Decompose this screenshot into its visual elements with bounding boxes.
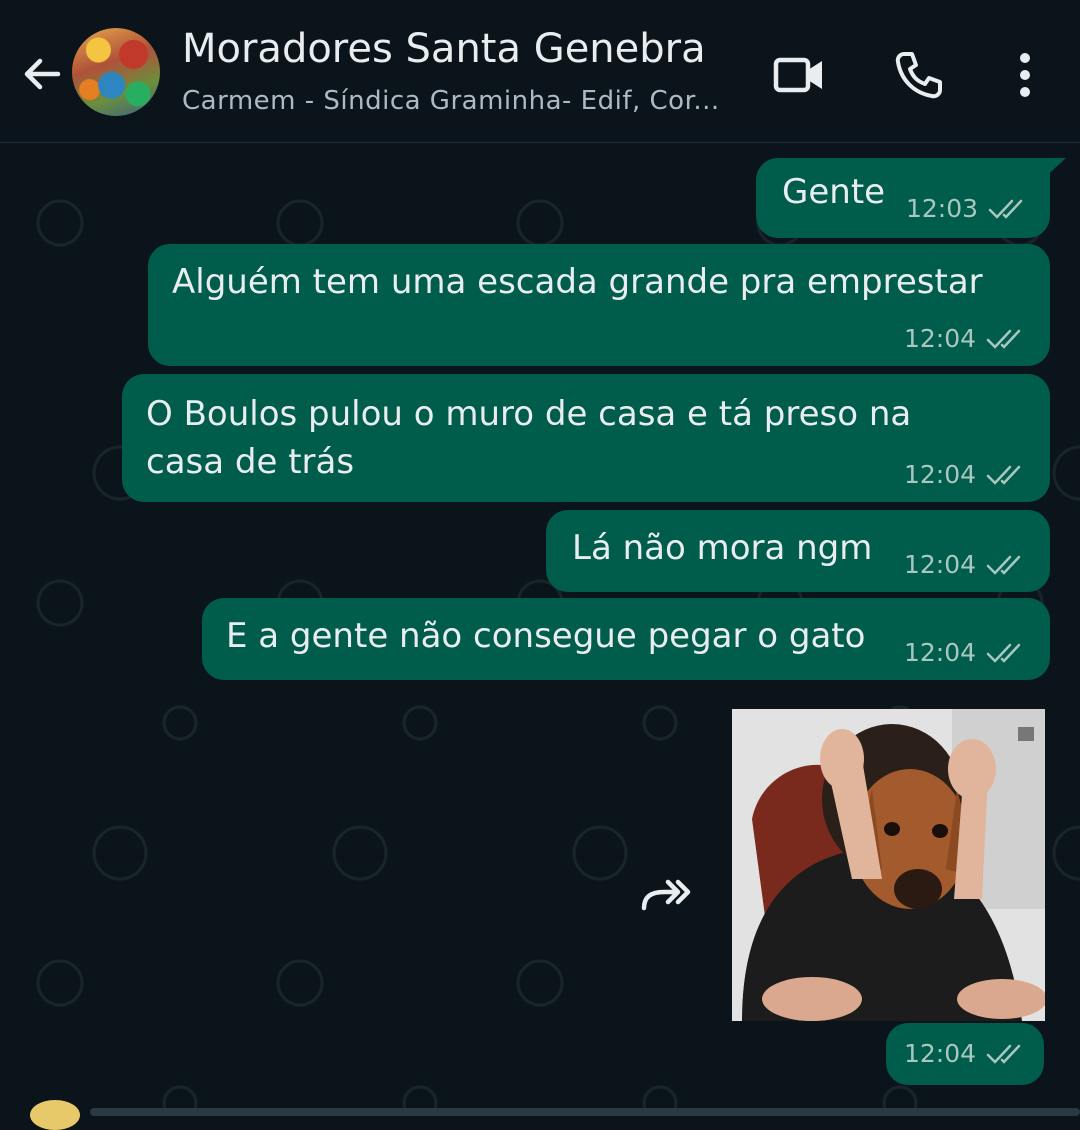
chat-subtitle[interactable]: Carmem - Síndica Graminha- Edif, Cor... bbox=[182, 86, 720, 116]
meme-image-drawing bbox=[732, 709, 1045, 1021]
forward-icon[interactable] bbox=[640, 872, 694, 916]
message-bubble[interactable]: Alguém tem uma escada grande pra emprest… bbox=[148, 244, 1050, 366]
message-bubble[interactable]: Gente 12:03 bbox=[756, 158, 1050, 238]
double-check-icon bbox=[986, 1044, 1021, 1064]
message-text: Gente bbox=[782, 172, 886, 212]
message-meta: 12:04 bbox=[904, 638, 1026, 667]
message-bubble[interactable]: O Boulos pulou o muro de casa e tá preso… bbox=[122, 374, 1050, 502]
message-time: 12:04 bbox=[904, 1039, 977, 1068]
message-time: 12:03 bbox=[906, 194, 979, 223]
chat-title[interactable]: Moradores Santa Genebra bbox=[182, 26, 706, 72]
message-bubble[interactable]: Lá não mora ngm 12:04 bbox=[546, 510, 1050, 592]
more-vertical-icon[interactable] bbox=[998, 48, 1052, 102]
message-meta: 12:04 bbox=[904, 460, 1026, 489]
phone-icon[interactable] bbox=[892, 48, 946, 102]
message-text: E a gente não consegue pegar o gato bbox=[226, 616, 866, 656]
video-call-icon[interactable] bbox=[772, 48, 826, 102]
bubble-tail bbox=[1038, 158, 1066, 180]
dog-head-meme-photo[interactable] bbox=[732, 709, 1045, 1021]
double-check-icon bbox=[986, 329, 1021, 349]
message-text-line2: casa de trás bbox=[146, 442, 355, 482]
image-meta-bubble: 12:04 bbox=[886, 1023, 1044, 1085]
double-check-icon bbox=[986, 465, 1021, 485]
message-time: 12:04 bbox=[904, 550, 977, 579]
message-meta: 12:04 bbox=[904, 324, 1026, 353]
double-check-icon bbox=[988, 199, 1023, 219]
message-time: 12:04 bbox=[904, 638, 977, 667]
group-avatar[interactable] bbox=[72, 28, 160, 116]
double-check-icon bbox=[986, 555, 1021, 575]
message-meta: 12:03 bbox=[906, 194, 1028, 223]
message-meta: 12:04 bbox=[904, 550, 1026, 579]
message-bubble[interactable]: E a gente não consegue pegar o gato 12:0… bbox=[202, 598, 1050, 680]
chat-header: Moradores Santa Genebra Carmem - Síndica… bbox=[0, 0, 1080, 143]
double-check-icon bbox=[986, 643, 1021, 663]
message-text: Alguém tem uma escada grande pra emprest… bbox=[172, 262, 983, 302]
message-text-line1: O Boulos pulou o muro de casa e tá preso… bbox=[146, 394, 912, 434]
message-time: 12:04 bbox=[904, 460, 977, 489]
emoji-icon[interactable] bbox=[30, 1100, 80, 1130]
message-meta: 12:04 bbox=[904, 1039, 1026, 1068]
arrow-left-icon[interactable] bbox=[18, 50, 66, 98]
message-time: 12:04 bbox=[904, 324, 977, 353]
message-text: Lá não mora ngm bbox=[572, 528, 873, 568]
